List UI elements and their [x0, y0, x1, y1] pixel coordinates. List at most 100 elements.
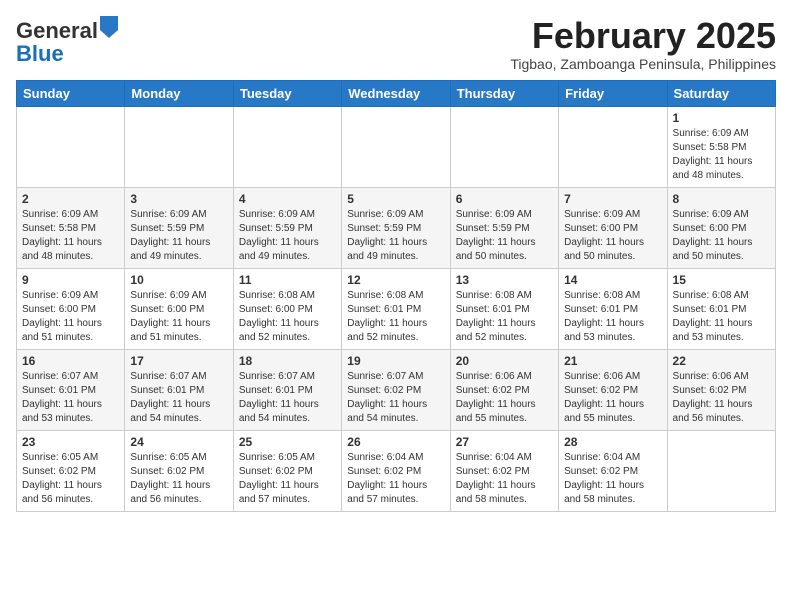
calendar-cell: 16 Sunrise: 6:07 AM Sunset: 6:01 PM Dayli… — [17, 349, 125, 430]
day-number: 25 — [239, 435, 336, 449]
calendar-cell: 9 Sunrise: 6:09 AM Sunset: 6:00 PM Daylig… — [17, 268, 125, 349]
week-row-2: 9 Sunrise: 6:09 AM Sunset: 6:00 PM Daylig… — [17, 268, 776, 349]
day-number: 2 — [22, 192, 119, 206]
day-info: Sunrise: 6:07 AM Sunset: 6:01 PM Dayligh… — [22, 370, 119, 426]
calendar-cell: 7 Sunrise: 6:09 AM Sunset: 6:00 PM Daylig… — [559, 187, 667, 268]
day-info: Sunrise: 6:09 AM Sunset: 5:59 PM Dayligh… — [130, 208, 227, 264]
day-info: Sunrise: 6:06 AM Sunset: 6:02 PM Dayligh… — [673, 370, 770, 426]
day-info: Sunrise: 6:08 AM Sunset: 6:01 PM Dayligh… — [564, 289, 661, 345]
day-number: 1 — [673, 111, 770, 125]
day-number: 8 — [673, 192, 770, 206]
day-info: Sunrise: 6:06 AM Sunset: 6:02 PM Dayligh… — [456, 370, 553, 426]
day-info: Sunrise: 6:09 AM Sunset: 5:58 PM Dayligh… — [22, 208, 119, 264]
day-info: Sunrise: 6:07 AM Sunset: 6:01 PM Dayligh… — [130, 370, 227, 426]
day-info: Sunrise: 6:07 AM Sunset: 6:02 PM Dayligh… — [347, 370, 444, 426]
day-info: Sunrise: 6:05 AM Sunset: 6:02 PM Dayligh… — [22, 451, 119, 507]
calendar-cell: 1 Sunrise: 6:09 AM Sunset: 5:58 PM Daylig… — [667, 106, 775, 187]
week-row-3: 16 Sunrise: 6:07 AM Sunset: 6:01 PM Dayli… — [17, 349, 776, 430]
calendar-cell: 5 Sunrise: 6:09 AM Sunset: 5:59 PM Daylig… — [342, 187, 450, 268]
day-number: 5 — [347, 192, 444, 206]
day-number: 19 — [347, 354, 444, 368]
calendar-cell: 23 Sunrise: 6:05 AM Sunset: 6:02 PM Dayli… — [17, 430, 125, 511]
day-number: 21 — [564, 354, 661, 368]
day-number: 14 — [564, 273, 661, 287]
calendar-cell: 3 Sunrise: 6:09 AM Sunset: 5:59 PM Daylig… — [125, 187, 233, 268]
day-info: Sunrise: 6:08 AM Sunset: 6:01 PM Dayligh… — [347, 289, 444, 345]
day-info: Sunrise: 6:08 AM Sunset: 6:01 PM Dayligh… — [456, 289, 553, 345]
week-row-4: 23 Sunrise: 6:05 AM Sunset: 6:02 PM Dayli… — [17, 430, 776, 511]
weekday-header-row: SundayMondayTuesdayWednesdayThursdayFrid… — [17, 80, 776, 106]
calendar-cell: 22 Sunrise: 6:06 AM Sunset: 6:02 PM Dayli… — [667, 349, 775, 430]
day-number: 18 — [239, 354, 336, 368]
month-title: February 2025 — [510, 16, 776, 56]
calendar-cell — [125, 106, 233, 187]
logo-general-text: General — [16, 18, 98, 43]
calendar-cell: 14 Sunrise: 6:08 AM Sunset: 6:01 PM Dayli… — [559, 268, 667, 349]
day-info: Sunrise: 6:06 AM Sunset: 6:02 PM Dayligh… — [564, 370, 661, 426]
week-row-0: 1 Sunrise: 6:09 AM Sunset: 5:58 PM Daylig… — [17, 106, 776, 187]
day-number: 23 — [22, 435, 119, 449]
day-info: Sunrise: 6:09 AM Sunset: 6:00 PM Dayligh… — [673, 208, 770, 264]
day-number: 7 — [564, 192, 661, 206]
day-number: 22 — [673, 354, 770, 368]
calendar-cell — [342, 106, 450, 187]
day-number: 12 — [347, 273, 444, 287]
weekday-header-thursday: Thursday — [450, 80, 558, 106]
calendar-cell: 2 Sunrise: 6:09 AM Sunset: 5:58 PM Daylig… — [17, 187, 125, 268]
day-info: Sunrise: 6:09 AM Sunset: 5:59 PM Dayligh… — [347, 208, 444, 264]
day-info: Sunrise: 6:05 AM Sunset: 6:02 PM Dayligh… — [239, 451, 336, 507]
logo: General Blue — [16, 16, 118, 66]
calendar-cell: 10Sunrise: 6:09 AM Sunset: 6:00 PM Dayli… — [125, 268, 233, 349]
day-info: Sunrise: 6:09 AM Sunset: 5:59 PM Dayligh… — [239, 208, 336, 264]
day-number: 24 — [130, 435, 227, 449]
weekday-header-saturday: Saturday — [667, 80, 775, 106]
day-number: 4 — [239, 192, 336, 206]
calendar-cell — [667, 430, 775, 511]
day-number: 13 — [456, 273, 553, 287]
weekday-header-wednesday: Wednesday — [342, 80, 450, 106]
calendar-cell — [450, 106, 558, 187]
calendar-cell: 4 Sunrise: 6:09 AM Sunset: 5:59 PM Daylig… — [233, 187, 341, 268]
calendar-cell — [17, 106, 125, 187]
day-number: 3 — [130, 192, 227, 206]
day-info: Sunrise: 6:09 AM Sunset: 5:59 PM Dayligh… — [456, 208, 553, 264]
calendar-cell: 25 Sunrise: 6:05 AM Sunset: 6:02 PM Dayli… — [233, 430, 341, 511]
day-info: Sunrise: 6:04 AM Sunset: 6:02 PM Dayligh… — [564, 451, 661, 507]
calendar-cell: 27 Sunrise: 6:04 AM Sunset: 6:02 PM Dayli… — [450, 430, 558, 511]
calendar-cell: 13 Sunrise: 6:08 AM Sunset: 6:01 PM Dayli… — [450, 268, 558, 349]
calendar-cell — [233, 106, 341, 187]
logo-blue-text: Blue — [16, 41, 64, 66]
day-number: 9 — [22, 273, 119, 287]
weekday-header-tuesday: Tuesday — [233, 80, 341, 106]
day-number: 26 — [347, 435, 444, 449]
day-info: Sunrise: 6:04 AM Sunset: 6:02 PM Dayligh… — [347, 451, 444, 507]
day-info: Sunrise: 6:09 AM Sunset: 5:58 PM Dayligh… — [673, 127, 770, 183]
day-number: 17 — [130, 354, 227, 368]
day-info: Sunrise: 6:09 AM Sunset: 6:00 PM Dayligh… — [564, 208, 661, 264]
day-info: Sunrise: 6:08 AM Sunset: 6:00 PM Dayligh… — [239, 289, 336, 345]
calendar-table: SundayMondayTuesdayWednesdayThursdayFrid… — [16, 80, 776, 512]
day-info: Sunrise: 6:08 AM Sunset: 6:01 PM Dayligh… — [673, 289, 770, 345]
calendar-cell: 12 Sunrise: 6:08 AM Sunset: 6:01 PM Dayli… — [342, 268, 450, 349]
logo-icon — [100, 16, 118, 38]
day-number: 28 — [564, 435, 661, 449]
day-number: 16 — [22, 354, 119, 368]
calendar-cell: 17 Sunrise: 6:07 AM Sunset: 6:01 PM Dayli… — [125, 349, 233, 430]
day-number: 20 — [456, 354, 553, 368]
weekday-header-sunday: Sunday — [17, 80, 125, 106]
day-info: Sunrise: 6:09 AM Sunset: 6:00 PM Dayligh… — [22, 289, 119, 345]
calendar-cell: 18Sunrise: 6:07 AM Sunset: 6:01 PM Dayli… — [233, 349, 341, 430]
title-area: February 2025 Tigbao, Zamboanga Peninsul… — [510, 16, 776, 72]
day-info: Sunrise: 6:04 AM Sunset: 6:02 PM Dayligh… — [456, 451, 553, 507]
calendar-cell: 19 Sunrise: 6:07 AM Sunset: 6:02 PM Dayli… — [342, 349, 450, 430]
day-number: 11 — [239, 273, 336, 287]
day-number: 27 — [456, 435, 553, 449]
weekday-header-friday: Friday — [559, 80, 667, 106]
day-info: Sunrise: 6:05 AM Sunset: 6:02 PM Dayligh… — [130, 451, 227, 507]
calendar-cell: 11 Sunrise: 6:08 AM Sunset: 6:00 PM Dayli… — [233, 268, 341, 349]
calendar-cell: 26 Sunrise: 6:04 AM Sunset: 6:02 PM Dayli… — [342, 430, 450, 511]
day-number: 6 — [456, 192, 553, 206]
day-number: 15 — [673, 273, 770, 287]
calendar-cell: 28 Sunrise: 6:04 AM Sunset: 6:02 PM Dayli… — [559, 430, 667, 511]
weekday-header-monday: Monday — [125, 80, 233, 106]
